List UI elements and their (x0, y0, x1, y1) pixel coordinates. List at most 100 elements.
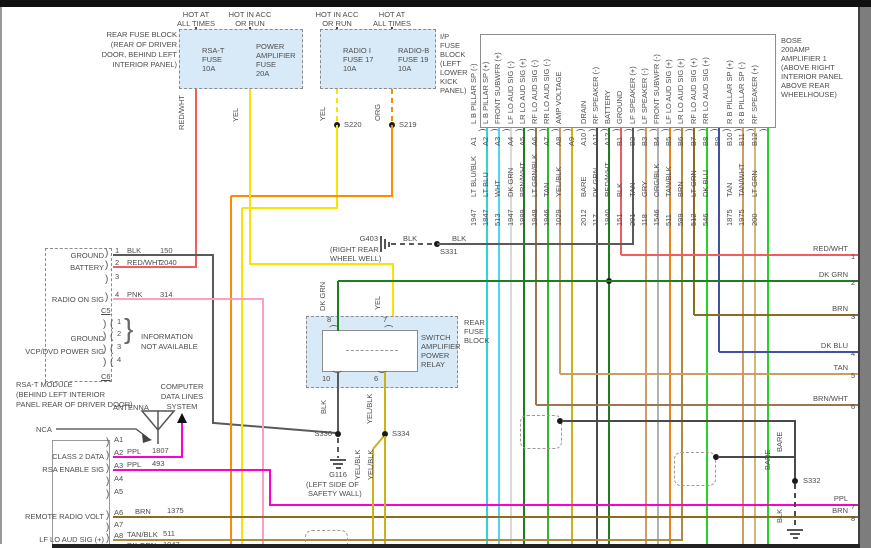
amp-pin-circuit: 1546 (652, 209, 661, 226)
amp-pin-circuit: 1999 (517, 209, 527, 226)
nca-arrow (56, 428, 149, 439)
g116-ground-icon (330, 459, 346, 461)
wire-color-label: RED/WHT (177, 95, 186, 130)
amp-pin-circuit: 118 (639, 214, 649, 226)
offpage-wire (621, 254, 858, 256)
amp-pin-id: B12 (749, 132, 759, 146)
rsat-module-caption: RSA-T MODULE (16, 380, 73, 389)
amp-pin-id: B1 (615, 136, 625, 146)
fuse-label: RADIO-B (398, 46, 430, 55)
ground-caption: (LEFT SIDE OF (306, 480, 359, 489)
wire-color-label: BARE (775, 431, 784, 452)
computer-data-lines-label: SYSTEM (166, 402, 198, 411)
relay-name: RELAY (421, 360, 446, 369)
fuse-label: 10A (398, 64, 412, 73)
rsa-enable-wire (113, 469, 271, 471)
drain-wire (562, 420, 796, 422)
amp-pin-wire-color: BRN (676, 181, 686, 197)
wire-color-label: YEL (231, 107, 240, 122)
pin-bracket: ( (576, 128, 587, 132)
offpage-connector-number: 1 (851, 252, 856, 261)
amp-pin-id: A8 (554, 136, 564, 146)
connector-id: C5 (101, 306, 111, 315)
amp-pin-wire-color: DK GRN (505, 167, 515, 197)
amp-pin-id: B11 (737, 133, 747, 146)
rsat-pin-function: GROUND (70, 251, 104, 260)
wire-segment (231, 195, 393, 197)
amp-pin-wire-color: LT GRN (688, 170, 698, 197)
ip-fuse-block-caption: PANEL) (440, 86, 467, 95)
ip-fuse-block-caption: KICK (440, 77, 458, 86)
info-note: NOT AVAILABLE (141, 342, 198, 351)
relay-name: SWITCH (421, 333, 451, 342)
ground-caption: SAFETY WALL) (308, 489, 362, 498)
offpage-wire-label: BRN/WHT (813, 394, 848, 403)
rsat-pin-circuit: 314 (160, 290, 173, 299)
amp-pin-circuit: 599 (676, 213, 686, 226)
amp-pin-wire-color: GRY (639, 180, 649, 197)
wire-color-label: YEL (318, 106, 327, 121)
wire-segment (262, 299, 264, 544)
ground-caption: WHEEL WELL) (330, 254, 382, 263)
amplifier-caption: INTERIOR PANEL (781, 72, 843, 81)
wire-color-label: BLK (775, 508, 784, 523)
rsat-pin-wire-color: BLK (127, 246, 142, 255)
ip-fuse-block-caption: (LEFT (440, 59, 461, 68)
amp-pin-id: B10 (725, 132, 735, 146)
amp-pin-id: A9 (566, 136, 576, 146)
amp-voltage-wire (384, 436, 386, 544)
rsat-pin-function: RADIO ON SIG (51, 295, 104, 304)
wire-color-label: YEL/BLK (366, 449, 375, 480)
splice-s330 (335, 431, 341, 437)
pin-bracket: ) (106, 489, 110, 500)
amp-pin-id: A4 (505, 136, 515, 146)
rear-fuse-block-caption: REAR FUSE BLOCK (106, 30, 177, 39)
amp-pin-circuit: 1875 (725, 209, 735, 226)
rsat-pin-function: VCP/DVD POWER SIG (25, 347, 104, 356)
relay-block-caption: REAR (464, 318, 485, 327)
wire-dashed (794, 484, 796, 528)
offpage-connector-number: 4 (851, 349, 856, 358)
amp-pin-circuit: 151 (615, 213, 625, 226)
amp-pin-wire-color: WHT (493, 179, 503, 197)
frame-top-bar (0, 0, 871, 7)
radio-pin-wire-color: PPL (127, 447, 142, 456)
amplifier-caption: AMPLIFIER 1 (781, 54, 827, 63)
amp-pin-wire-color: BARE (578, 176, 588, 197)
amp-pin-wire-color: DK GRN (591, 167, 600, 197)
frame-right-band (858, 0, 871, 548)
amp-pin-function: FRONT SUBWFR (-) (652, 54, 661, 124)
fuse-label: 20A (256, 69, 270, 78)
wire-segment (212, 255, 214, 424)
wire-color-label: YEL/BLK (365, 393, 374, 424)
relay-output-wire (384, 372, 386, 432)
rsa-enable-wire (269, 470, 271, 506)
offpage-connector-number: 6 (851, 402, 856, 411)
amplifier-caption: (ABOVE RIGHT (781, 63, 835, 72)
amp-pin-circuit: 200 (749, 213, 759, 226)
amp-pin-function: LR LO AUD SIG (+) (517, 58, 527, 124)
radio-pin-function: RSA ENABLE SIG (42, 465, 104, 474)
amp-pin-wire-color: TAN/BLK (664, 166, 674, 197)
ip-fuse-block-caption: LOWER (440, 68, 468, 77)
amp-pin-wire-color: TAN (542, 182, 552, 197)
rsat-pin-id: 4 (115, 290, 120, 299)
amp-pin-function: GROUND (615, 90, 625, 124)
fuse-label: FUSE 17 (343, 55, 374, 64)
wire-dashed (336, 89, 338, 122)
antenna-icon (140, 410, 176, 432)
pin-bracket: ) (105, 274, 109, 285)
info-note: INFORMATION (141, 332, 193, 341)
pin-bracket: ) (105, 260, 109, 271)
splice-label: S332 (803, 476, 821, 485)
amp-pin-circuit: 1947 (469, 209, 478, 226)
fuse-label: FUSE (202, 55, 223, 64)
radio-pin-id: A1 (114, 435, 124, 444)
amp-pin-circuit: 1946 (542, 209, 552, 226)
amp-pin-wire-color: TAN (627, 182, 637, 197)
wire-color-label: BLK (403, 234, 418, 243)
radio-pin-wire-color: TAN/BLK (127, 530, 158, 539)
splice-label: S219 (399, 120, 417, 129)
rsat-pin-id: 2 (117, 329, 122, 338)
wire-segment (391, 125, 393, 197)
